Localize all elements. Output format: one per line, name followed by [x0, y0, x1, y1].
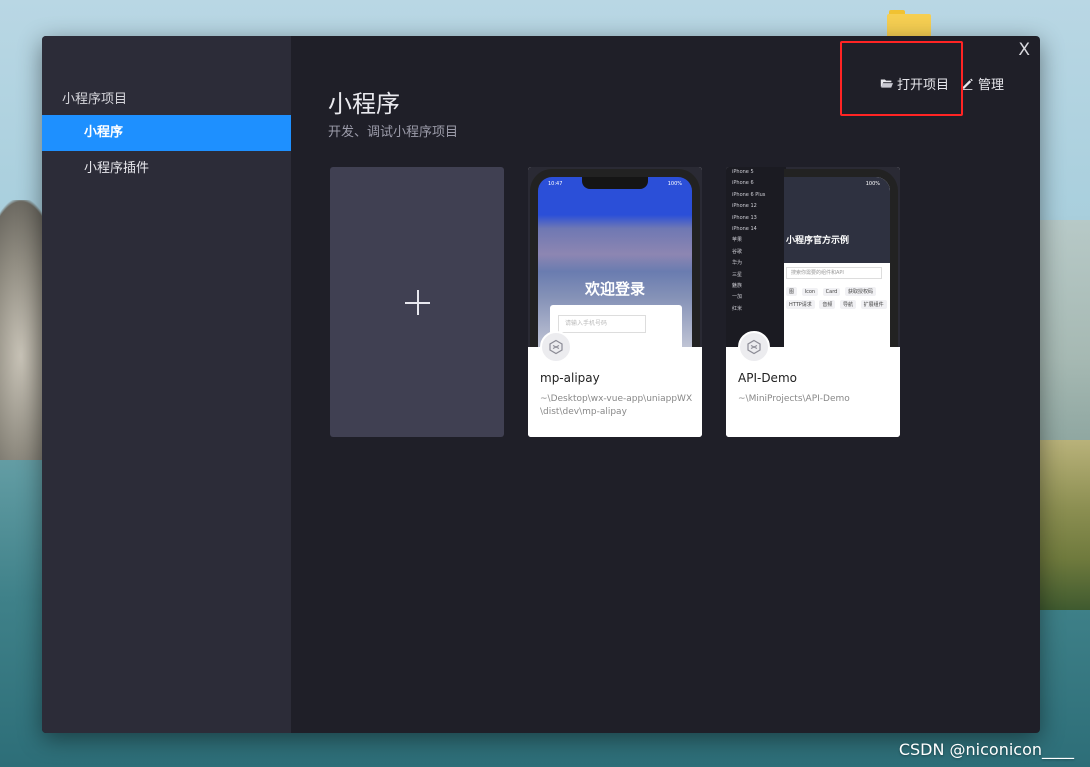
preview-title: 小程序官方示例 [786, 236, 850, 246]
sidebar-item-plugin[interactable]: 小程序插件 [42, 151, 291, 187]
close-button[interactable]: X [1018, 40, 1030, 60]
toolbar: 打开项目 管理 [880, 74, 1004, 93]
project-info: mp-alipay ~\Desktop\wx-vue-app\uniappWX\… [528, 331, 702, 437]
device-item: 苹果 [732, 237, 743, 244]
preview-tag: 获取授权码 [844, 287, 876, 296]
device-item: 三星 [732, 271, 743, 278]
device-item: 一加 [732, 294, 743, 301]
status-battery: 100% [667, 181, 682, 187]
project-name: mp-alipay [540, 371, 600, 385]
preview-tag: Icon [801, 288, 819, 296]
new-project-card[interactable] [330, 167, 504, 437]
preview-phone-input: 请输入手机号码 [558, 315, 646, 333]
edit-icon [962, 78, 973, 90]
desktop-background-hill [1035, 220, 1090, 450]
status-time: 10:47 [548, 181, 563, 187]
project-window: 小程序项目 小程序 小程序插件 X 小程序 开发、调试小程序项目 打开项目 管理 [42, 36, 1040, 733]
device-item: iPhone 12 [732, 203, 757, 210]
preview-tag: 导航 [840, 300, 857, 309]
project-card-mp-alipay[interactable]: 10:47 100% 欢迎登录 请输入手机号码 mp-alipay ~\Desk… [528, 167, 702, 437]
phone-mockup: 100% 小程序官方示例 搜索你需要的组件和API 图 Icon Card 获取… [784, 169, 898, 347]
project-logo-icon [540, 331, 572, 363]
project-path: ~\Desktop\wx-vue-app\uniappWX\dist\dev\m… [540, 394, 693, 417]
open-project-button[interactable]: 打开项目 [880, 74, 949, 93]
device-item: iPhone 6 [732, 180, 754, 187]
sidebar-item-miniprogram[interactable]: 小程序 [42, 115, 291, 151]
sidebar-title: 小程序项目 [62, 92, 128, 107]
preview-welcome-text: 欢迎登录 [584, 280, 645, 298]
project-card-api-demo[interactable]: iPhone 5 iPhone 6 iPhone 6 Plus iPhone 1… [726, 167, 900, 437]
project-logo-icon [738, 331, 770, 363]
preview-tag: 扩展组件 [860, 300, 887, 309]
preview-search-input: 搜索你需要的组件和API [786, 267, 882, 279]
device-list: iPhone 5 iPhone 6 iPhone 6 Plus iPhone 1… [726, 167, 786, 347]
device-item: 华为 [732, 260, 743, 267]
device-item: 魅族 [732, 282, 743, 289]
phone-mockup: 10:47 100% 欢迎登录 请输入手机号码 [530, 169, 700, 347]
project-path: ~\MiniProjects\API-Demo [738, 394, 850, 404]
device-item: iPhone 14 [732, 225, 757, 232]
preview-tag: 音频 [819, 300, 836, 309]
open-project-label: 打开项目 [896, 78, 949, 93]
device-item: 红米 [732, 305, 743, 312]
plus-icon [405, 290, 430, 315]
page-title: 小程序 [328, 90, 400, 118]
status-battery: 100% [865, 181, 880, 187]
folder-open-icon [880, 79, 893, 88]
device-item: iPhone 13 [732, 214, 757, 221]
preview-tags: 图 Icon Card 获取授权码 HTTP请求 音频 导航 扩展组件 [786, 287, 890, 313]
page-subtitle: 开发、调试小程序项目 [328, 125, 459, 140]
project-name: API-Demo [738, 371, 797, 385]
preview-tag: Card [822, 288, 841, 296]
project-info: API-Demo ~\MiniProjects\API-Demo [726, 331, 900, 437]
project-thumbnail: iPhone 5 iPhone 6 iPhone 6 Plus iPhone 1… [726, 167, 900, 347]
sidebar: 小程序项目 小程序 小程序插件 [42, 36, 291, 733]
project-thumbnail: 10:47 100% 欢迎登录 请输入手机号码 [528, 167, 702, 347]
preview-tag: HTTP请求 [786, 300, 815, 309]
device-item: 谷歌 [732, 248, 743, 255]
manage-button[interactable]: 管理 [961, 74, 1004, 93]
manage-label: 管理 [977, 78, 1004, 93]
device-item: iPhone 6 Plus [732, 191, 766, 198]
watermark: CSDN @niconicon____ [898, 740, 1074, 759]
device-item: iPhone 5 [732, 169, 754, 175]
preview-tag: 图 [786, 287, 798, 296]
